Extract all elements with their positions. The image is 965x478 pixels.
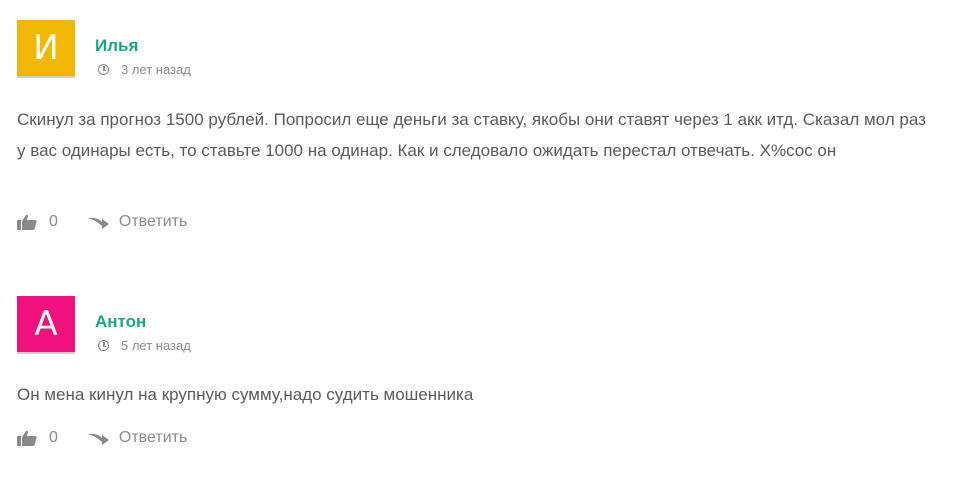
comment-meta: 5 лет назад: [98, 338, 191, 353]
avatar: И: [17, 20, 75, 78]
reply-button[interactable]: Ответить: [87, 429, 188, 447]
clock-icon: [98, 64, 109, 75]
comment-author[interactable]: Антон: [95, 312, 146, 332]
reply-label: Ответить: [118, 429, 188, 446]
avatar-letter: А: [34, 304, 58, 344]
reply-label: Ответить: [118, 213, 188, 230]
comment-text: Он мена кинул на крупную сумму,надо суди…: [17, 385, 474, 404]
thumbs-up-icon[interactable]: [17, 430, 37, 446]
clock-icon: [98, 340, 109, 351]
comment-meta: 3 лет назад: [98, 62, 191, 77]
comment-text: Скинул за прогноз 1500 рублей. Попросил …: [17, 110, 926, 160]
reply-button[interactable]: Ответить: [87, 213, 188, 231]
like-count: 0: [49, 429, 58, 446]
thumbs-up-icon[interactable]: [17, 214, 37, 230]
reply-arrow-icon: [87, 217, 109, 229]
comment-time: 3 лет назад: [121, 62, 191, 77]
avatar: А: [17, 296, 75, 354]
comment-time: 5 лет назад: [121, 338, 191, 353]
avatar-letter: И: [33, 28, 59, 68]
comment-author[interactable]: Илья: [95, 36, 138, 56]
comment-actions: 0 Ответить: [17, 429, 187, 447]
comment-actions: 0 Ответить: [17, 213, 187, 231]
reply-arrow-icon: [87, 433, 109, 445]
like-count: 0: [49, 213, 58, 230]
